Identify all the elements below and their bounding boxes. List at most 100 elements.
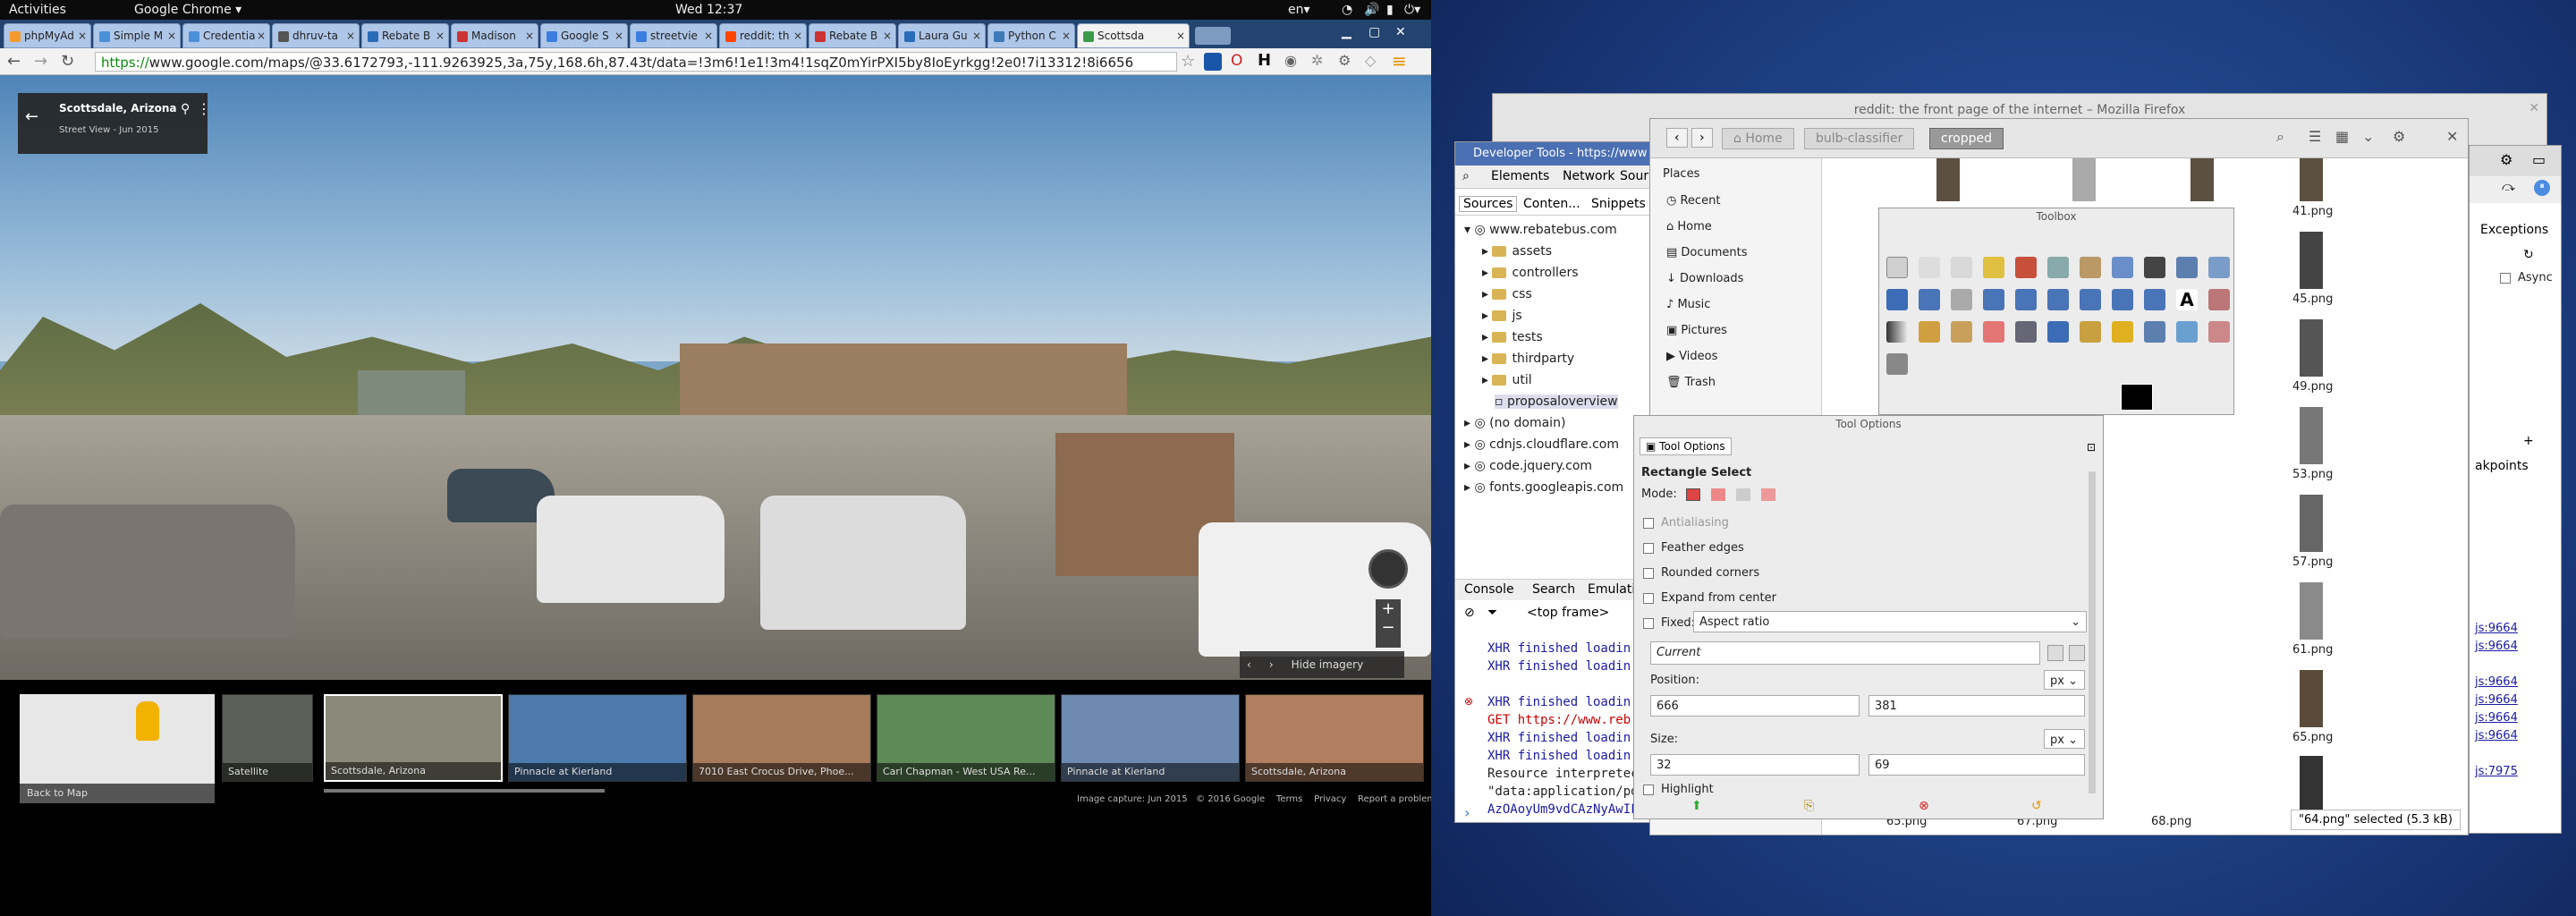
- language-indicator[interactable]: en▾: [1288, 3, 1310, 17]
- image-thumb[interactable]: [2300, 232, 2323, 289]
- rounded-corners-checkbox[interactable]: Rounded corners: [1643, 566, 1759, 580]
- pegman-icon[interactable]: [136, 701, 159, 741]
- fuzzy-select-tool-icon[interactable]: [1983, 257, 2004, 278]
- crop-tool-icon[interactable]: [1951, 289, 1972, 310]
- browser-tab[interactable]: Laura Gu ×: [898, 23, 986, 48]
- filter-icon[interactable]: ⏷: [1487, 606, 1497, 620]
- tab-search[interactable]: Search: [1532, 582, 1575, 597]
- image-thumb[interactable]: [2300, 582, 2323, 640]
- thumb-satellite[interactable]: Satellite: [222, 694, 313, 782]
- antialiasing-checkbox[interactable]: Antialiasing: [1643, 516, 1729, 530]
- refresh-icon[interactable]: ↻: [2523, 248, 2534, 262]
- image-thumb[interactable]: [2300, 407, 2323, 464]
- dock-icon[interactable]: ▭: [2532, 151, 2546, 168]
- paintbrush-tool-icon[interactable]: [1951, 321, 1972, 343]
- zoom-control[interactable]: + −: [1376, 599, 1401, 648]
- tab-sources-nav[interactable]: Sources: [1459, 196, 1518, 212]
- mode-subtract-icon[interactable]: [1736, 488, 1751, 501]
- align-tool-icon[interactable]: [1919, 289, 1940, 310]
- extension-icon[interactable]: ◉: [1284, 52, 1297, 69]
- extension-icon[interactable]: ✲: [1311, 52, 1323, 69]
- file-label[interactable]: 61.png: [2292, 643, 2333, 657]
- back-to-map-button[interactable]: Back to Map: [20, 784, 215, 803]
- file-label[interactable]: 65.png: [2292, 731, 2333, 744]
- flip-tool-icon[interactable]: [2112, 289, 2133, 310]
- privacy-link[interactable]: Privacy: [1314, 794, 1346, 804]
- image-thumb[interactable]: [2190, 158, 2214, 201]
- filmstrip-scrollbar[interactable]: [324, 789, 605, 793]
- file-label[interactable]: 45.png: [2292, 293, 2333, 306]
- minimize-icon[interactable]: ▁: [1342, 25, 1352, 39]
- search-icon[interactable]: ⌕: [1462, 169, 1470, 183]
- forward-icon[interactable]: →: [34, 52, 47, 71]
- back-arrow-icon[interactable]: ←: [25, 107, 38, 126]
- breakpoints-section[interactable]: akpoints: [2475, 459, 2529, 473]
- place-trash[interactable]: 🗑 Trash: [1666, 376, 1716, 389]
- foreground-select-tool-icon[interactable]: [2080, 257, 2101, 278]
- place-music[interactable]: ♪ Music: [1666, 298, 1710, 311]
- pause-exceptions-toggle[interactable]: Exceptions: [2480, 223, 2548, 237]
- power-icon[interactable]: ⏻▾: [1404, 3, 1420, 17]
- browser-tab[interactable]: Google S ×: [540, 23, 628, 48]
- breadcrumb-current[interactable]: cropped: [1929, 128, 2004, 149]
- battery-icon[interactable]: ▮: [1386, 3, 1394, 17]
- prev-icon[interactable]: ‹: [1247, 658, 1251, 671]
- image-thumb[interactable]: [2300, 495, 2323, 552]
- close-icon[interactable]: ×: [1176, 30, 1185, 42]
- search-icon[interactable]: ⌕: [2276, 128, 2284, 146]
- position-y-field[interactable]: 381: [1868, 695, 2085, 717]
- close-icon[interactable]: ×: [436, 30, 445, 42]
- terms-link[interactable]: Terms: [1276, 794, 1302, 804]
- perspective-clone-tool-icon[interactable]: [2144, 321, 2165, 343]
- tree-origin[interactable]: ▸ ◎ (no domain): [1464, 416, 1565, 430]
- landscape-icon[interactable]: [2069, 645, 2085, 661]
- browser-tab[interactable]: Rebate B ×: [361, 23, 449, 48]
- tree-folder[interactable]: ▸ js: [1482, 309, 1522, 323]
- foreground-color-swatch[interactable]: [2121, 384, 2153, 411]
- image-thumb[interactable]: [2300, 756, 2323, 810]
- clone-tool-icon[interactable]: [2080, 321, 2101, 343]
- close-icon[interactable]: ×: [793, 30, 802, 42]
- source-links[interactable]: js:9664 js:9664 js:9664 js:9664 js:9664 …: [2475, 620, 2518, 781]
- current-field[interactable]: Current: [1650, 641, 2040, 665]
- wifi-icon[interactable]: ◔: [1342, 3, 1352, 17]
- more-icon[interactable]: ⋮: [197, 100, 211, 117]
- clock[interactable]: Wed 12:37: [675, 3, 742, 17]
- breadcrumb-folder[interactable]: bulb-classifier: [1804, 128, 1915, 149]
- size-unit-select[interactable]: px ⌄: [2044, 729, 2085, 749]
- gimp-tool-options[interactable]: Tool Options ▣ Tool Options ⊡ Rectangle …: [1633, 415, 2104, 819]
- place-videos[interactable]: ▶ Videos: [1666, 350, 1717, 363]
- mode-replace-icon[interactable]: [1685, 488, 1700, 501]
- tree-folder[interactable]: ▸ css: [1482, 287, 1532, 301]
- close-icon[interactable]: ×: [704, 30, 713, 42]
- url-bar[interactable]: https://www.google.com/maps/@33.6172793,…: [95, 52, 1177, 72]
- heal-tool-icon[interactable]: [2112, 321, 2133, 343]
- feather-edges-checkbox[interactable]: Feather edges: [1643, 541, 1744, 555]
- portrait-icon[interactable]: [2047, 645, 2063, 661]
- perspective-tool-icon[interactable]: [2080, 289, 2101, 310]
- move-tool-icon[interactable]: [1886, 289, 1908, 310]
- scale-tool-icon[interactable]: [2015, 289, 2037, 310]
- place-home[interactable]: ⌂ Home: [1666, 220, 1712, 233]
- place-recent[interactable]: ◷ Recent: [1666, 194, 1720, 208]
- pin-icon[interactable]: ⚲: [181, 102, 190, 116]
- delete-options-icon[interactable]: ⊗: [1919, 799, 1929, 813]
- tree-origin[interactable]: ▸ ◎ fonts.googleapis.com: [1464, 480, 1623, 495]
- browser-tab[interactable]: dhruv-ta ×: [272, 23, 360, 48]
- tree-origin[interactable]: ▸ ◎ code.jquery.com: [1464, 459, 1592, 473]
- h-extension-icon[interactable]: H: [1258, 51, 1271, 70]
- file-label[interactable]: 57.png: [2292, 556, 2333, 569]
- view-options-icon[interactable]: ⌄: [2362, 128, 2374, 145]
- tab-content-scripts[interactable]: Conten...: [1523, 197, 1580, 211]
- tree-origin[interactable]: ▸ ◎ cdnjs.cloudflare.com: [1464, 437, 1619, 452]
- mode-add-icon[interactable]: [1711, 488, 1726, 501]
- grid-view-icon[interactable]: ▦: [2335, 128, 2349, 145]
- close-window-icon[interactable]: ✕: [1395, 25, 1406, 39]
- image-thumb[interactable]: [1936, 158, 1960, 201]
- zoom-tool-icon[interactable]: [2176, 257, 2198, 278]
- ink-tool-icon[interactable]: [2047, 321, 2069, 343]
- image-thumb[interactable]: [2300, 319, 2323, 377]
- opera-extension-icon[interactable]: O: [1231, 52, 1242, 70]
- add-watch-icon[interactable]: +: [2523, 434, 2534, 448]
- thumb[interactable]: Pinnacle at Kierland: [1061, 694, 1240, 782]
